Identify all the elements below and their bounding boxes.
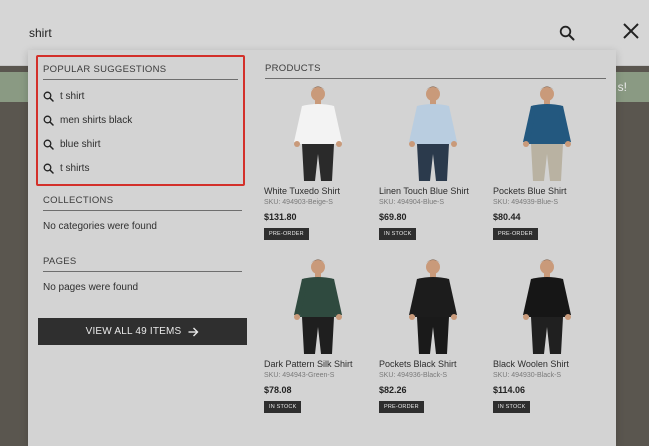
search-input[interactable]	[29, 22, 549, 44]
stock-badge: PRE-ORDER	[264, 228, 309, 240]
suggestion-label: t shirt	[60, 90, 85, 102]
suggestion-item[interactable]: t shirt	[43, 84, 238, 108]
suggestion-label: t shirts	[60, 162, 90, 174]
search-icon	[43, 139, 54, 150]
product-price: $131.80	[264, 212, 297, 222]
search-icon	[43, 115, 54, 126]
close-icon[interactable]	[622, 22, 640, 40]
background-banner-text: s!	[617, 80, 627, 94]
suggestion-list: t shirt men shirts black blue shirt t shirt…	[43, 84, 238, 180]
stock-badge: IN STOCK	[379, 228, 417, 240]
product-price: $82.26	[379, 385, 407, 395]
product-price: $69.80	[379, 212, 407, 222]
search-icon	[43, 91, 54, 102]
product-sku: SKU: 494936-Black-S	[379, 372, 448, 379]
product-card[interactable]: Dark Pattern Silk Shirt SKU: 494943-Green…	[264, 255, 372, 413]
suggestion-label: men shirts black	[60, 114, 133, 126]
product-name[interactable]: Black Woolen Shirt	[493, 359, 601, 369]
suggestion-item[interactable]: men shirts black	[43, 108, 238, 132]
popular-suggestions: POPULAR SUGGESTIONS t shirt men shirts bl…	[36, 55, 245, 186]
product-image[interactable]	[379, 82, 487, 182]
product-sku: SKU: 494930-Black-S	[493, 372, 562, 379]
suggestion-item[interactable]: blue shirt	[43, 132, 238, 156]
search-icon[interactable]	[559, 25, 575, 41]
stock-badge: PRE-ORDER	[493, 228, 538, 240]
pages-heading: PAGES	[43, 256, 242, 272]
suggestions-column: POPULAR SUGGESTIONS t shirt men shirts bl…	[28, 50, 258, 446]
stock-badge: IN STOCK	[493, 401, 531, 413]
product-card[interactable]: Pockets Blue Shirt SKU: 494939-Blue-S $80.…	[493, 82, 601, 240]
product-card[interactable]: Linen Touch Blue Shirt SKU: 494904-Blue-S…	[379, 82, 487, 240]
products-column: PRODUCTS White Tuxedo Shirt SKU: 494903-B…	[264, 50, 616, 446]
product-card[interactable]: Pockets Black Shirt SKU: 494936-Black-S $8…	[379, 255, 487, 413]
popular-suggestions-heading: POPULAR SUGGESTIONS	[43, 64, 238, 80]
product-price: $78.08	[264, 385, 292, 395]
product-image[interactable]	[379, 255, 487, 355]
product-card[interactable]: White Tuxedo Shirt SKU: 494903-Beige-S $13…	[264, 82, 372, 240]
product-image[interactable]	[264, 255, 372, 355]
product-sku: SKU: 494939-Blue-S	[493, 199, 558, 206]
product-name[interactable]: Pockets Black Shirt	[379, 359, 487, 369]
product-image[interactable]	[493, 82, 601, 182]
product-card[interactable]: Black Woolen Shirt SKU: 494930-Black-S $11…	[493, 255, 601, 413]
view-all-button[interactable]: VIEW ALL 49 ITEMS	[38, 318, 247, 345]
product-price: $80.44	[493, 212, 521, 222]
suggestion-item[interactable]: t shirts	[43, 156, 238, 180]
product-sku: SKU: 494903-Beige-S	[264, 199, 333, 206]
product-name[interactable]: Dark Pattern Silk Shirt	[264, 359, 372, 369]
product-price: $114.06	[493, 385, 526, 395]
product-name[interactable]: Linen Touch Blue Shirt	[379, 186, 487, 196]
product-image[interactable]	[493, 255, 601, 355]
search-icon	[43, 163, 54, 174]
collections-empty-message: No categories were found	[43, 221, 157, 232]
product-name[interactable]: Pockets Blue Shirt	[493, 186, 601, 196]
product-name[interactable]: White Tuxedo Shirt	[264, 186, 372, 196]
stock-badge: IN STOCK	[264, 401, 302, 413]
stock-badge: PRE-ORDER	[379, 401, 424, 413]
search-results-panel: POPULAR SUGGESTIONS t shirt men shirts bl…	[28, 50, 616, 446]
pages-empty-message: No pages were found	[43, 282, 139, 293]
collections-section: COLLECTIONS No categories were found	[43, 195, 242, 232]
collections-heading: COLLECTIONS	[43, 195, 242, 211]
product-image[interactable]	[264, 82, 372, 182]
pages-section: PAGES No pages were found	[43, 256, 242, 293]
products-heading: PRODUCTS	[265, 63, 606, 79]
product-sku: SKU: 494904-Blue-S	[379, 199, 444, 206]
arrow-right-icon	[188, 327, 199, 336]
view-all-label: VIEW ALL 49 ITEMS	[85, 326, 182, 337]
suggestion-label: blue shirt	[60, 138, 101, 150]
product-sku: SKU: 494943-Green-S	[264, 372, 335, 379]
